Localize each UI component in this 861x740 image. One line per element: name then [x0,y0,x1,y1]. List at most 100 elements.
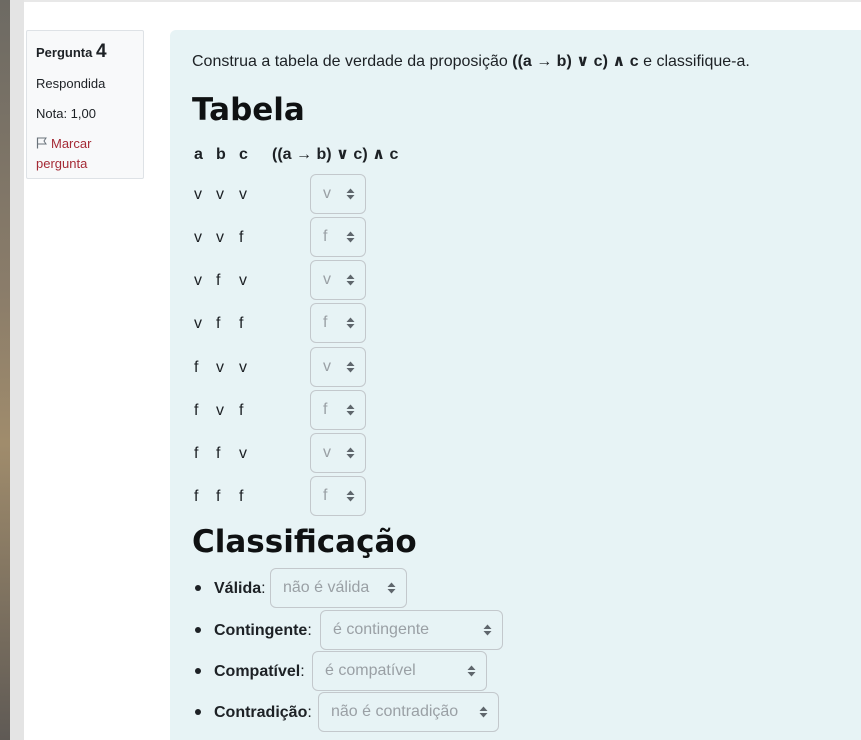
label-text: Contingente [214,622,308,639]
cell-b: v [216,229,224,246]
prompt-text: Construa a tabela de verdade da proposiç… [192,53,508,70]
table-row: v f v v [192,260,392,302]
question-grade: Nota: 1,00 [36,106,96,121]
table-row: v v f f [192,217,392,259]
flag-label-line2: pergunta [36,156,88,171]
cell-a: v [194,186,202,203]
flag-label-line1: Marcar [51,136,92,151]
compativel-select[interactable]: é compatível [312,651,487,691]
cell-c: f [239,488,244,505]
classification-label: Válida: [214,580,266,597]
table-row: v v v v [192,174,392,216]
cell-b: f [216,488,221,505]
table-header-b: b [216,146,226,163]
contingente-select[interactable]: é contingente [320,610,503,650]
result-value: v [323,358,331,375]
list-item: Compatível: é compatível [192,651,692,692]
result-select[interactable]: v [310,433,366,473]
cell-c: f [239,229,244,246]
cell-c: v [239,186,247,203]
cell-b: v [216,402,224,419]
result-select[interactable]: v [310,174,366,214]
table-header-a: a [194,146,203,163]
label-text: Válida [214,580,262,597]
table-row: f f v v [192,433,392,475]
select-value: é compatível [325,662,416,679]
flag-question-link[interactable]: Marcar pergunta [36,134,134,174]
contradicao-select[interactable]: não é contradição [318,692,499,732]
sort-caret-icon [479,706,488,718]
question-number: 4 [95,41,107,62]
valida-select[interactable]: não é válida [270,568,407,608]
result-value: f [323,228,328,245]
table-header-c: c [239,146,248,163]
classification-label: Contingente: [214,622,312,639]
list-item: Contingente: é contingente [192,610,692,651]
result-select[interactable]: f [310,476,366,516]
sort-caret-icon [346,317,355,329]
sort-caret-icon [346,188,355,200]
page-gutter [10,0,24,740]
cell-c: f [239,315,244,332]
label-text: Compatível [214,663,301,680]
cell-c: v [239,359,247,376]
sort-caret-icon [346,404,355,416]
cell-b: v [216,359,224,376]
cell-a: v [194,229,202,246]
sort-caret-icon [346,231,355,243]
result-select[interactable]: f [310,217,366,257]
result-select[interactable]: f [310,303,366,343]
cell-a: v [194,315,202,332]
sort-caret-icon [346,274,355,286]
prompt-formula: ((a → b) ∨ c) ∧ c [512,53,639,70]
question-status: Respondida [36,76,106,91]
top-divider [24,0,861,2]
table-heading: Tabela [192,92,305,128]
classification-heading: Classificação [192,524,417,560]
classification-label: Contradição: [214,704,312,721]
cell-b: f [216,315,221,332]
label-text: Contradição [214,704,308,721]
result-select[interactable]: v [310,260,366,300]
cell-a: f [194,359,199,376]
flag-icon [36,137,47,149]
select-value: não é contradição [331,703,459,720]
table-row: v f f f [192,303,392,345]
select-value: é contingente [333,621,430,638]
cell-b: f [216,272,221,289]
result-select[interactable]: v [310,347,366,387]
result-value: f [323,314,328,331]
sort-caret-icon [346,447,355,459]
question-title: Pergunta 4 [36,41,134,64]
cell-a: f [194,488,199,505]
question-content: Construa a tabela de verdade da proposiç… [170,30,861,740]
cell-c: v [239,272,247,289]
result-value: v [323,444,331,461]
question-prefix: Pergunta [36,45,93,60]
result-select[interactable]: f [310,390,366,430]
table-row: f v v v [192,347,392,389]
table-row: f f f f [192,476,392,518]
cell-c: f [239,402,244,419]
bullet-icon [195,585,201,591]
question-prompt: Construa a tabela de verdade da proposiç… [192,52,750,72]
cell-a: v [194,272,202,289]
list-item: Contradição: não é contradição [192,692,692,733]
result-value: f [323,401,328,418]
bullet-icon [195,709,201,715]
cell-b: v [216,186,224,203]
background-strip [0,0,10,740]
cell-c: v [239,445,247,462]
bullet-icon [195,627,201,633]
sort-caret-icon [346,361,355,373]
classification-label: Compatível: [214,663,305,680]
result-value: f [323,487,328,504]
cell-a: f [194,402,199,419]
result-value: v [323,185,331,202]
table-row: f v f f [192,390,392,432]
cell-b: f [216,445,221,462]
prompt-text-end: e classifique-a. [643,53,750,70]
sort-caret-icon [483,624,492,636]
table-header-formula: ((a → b) ∨ c) ∧ c [272,146,399,163]
sort-caret-icon [346,490,355,502]
